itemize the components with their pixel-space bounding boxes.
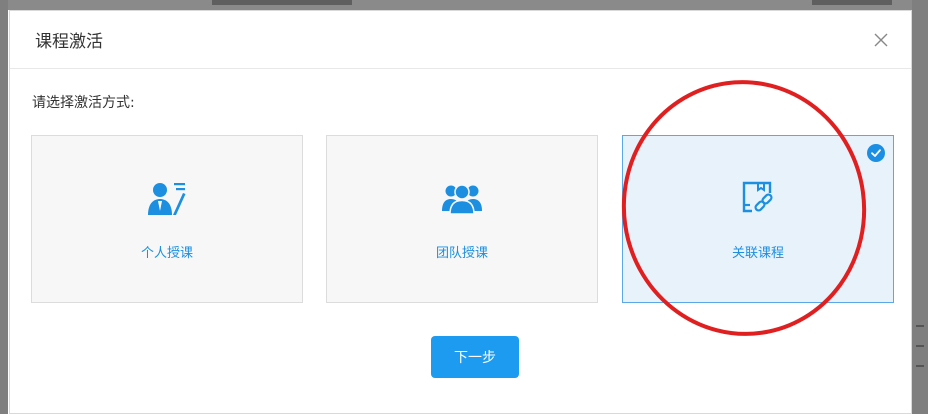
page: 课程激活 请选择激活方式: 个人授课 团队授课 关联课程 下一步 bbox=[0, 0, 928, 414]
background-text-fragment bbox=[916, 365, 924, 367]
option-label: 团队授课 bbox=[435, 246, 488, 261]
activation-method-prompt: 请选择激活方式: bbox=[32, 95, 135, 111]
selected-check-icon bbox=[867, 144, 885, 162]
option-link-course[interactable]: 关联课程 bbox=[622, 135, 894, 303]
dialog-title: 课程激活 bbox=[35, 32, 103, 52]
team-icon bbox=[442, 179, 482, 219]
background-window-strip bbox=[0, 0, 928, 10]
background-window-edge bbox=[0, 0, 8, 414]
option-personal-teaching[interactable]: 个人授课 bbox=[31, 135, 303, 303]
background-text-fragment bbox=[916, 345, 924, 347]
link-course-icon bbox=[738, 179, 778, 219]
option-team-teaching[interactable]: 团队授课 bbox=[326, 135, 598, 303]
option-label: 关联课程 bbox=[731, 246, 784, 261]
background-window-edge bbox=[912, 0, 928, 414]
background-text-fragment bbox=[812, 0, 892, 5]
background-text-fragment bbox=[916, 325, 924, 327]
dialog-header: 课程激活 bbox=[10, 11, 911, 69]
background-text-fragment bbox=[212, 0, 352, 5]
option-label: 个人授课 bbox=[140, 246, 193, 261]
next-step-button[interactable]: 下一步 bbox=[431, 336, 519, 378]
close-icon bbox=[874, 33, 888, 46]
close-button[interactable] bbox=[871, 30, 891, 50]
person-teacher-icon bbox=[147, 179, 187, 219]
course-activation-dialog: 课程激活 请选择激活方式: 个人授课 团队授课 关联课程 下一步 bbox=[9, 10, 912, 414]
